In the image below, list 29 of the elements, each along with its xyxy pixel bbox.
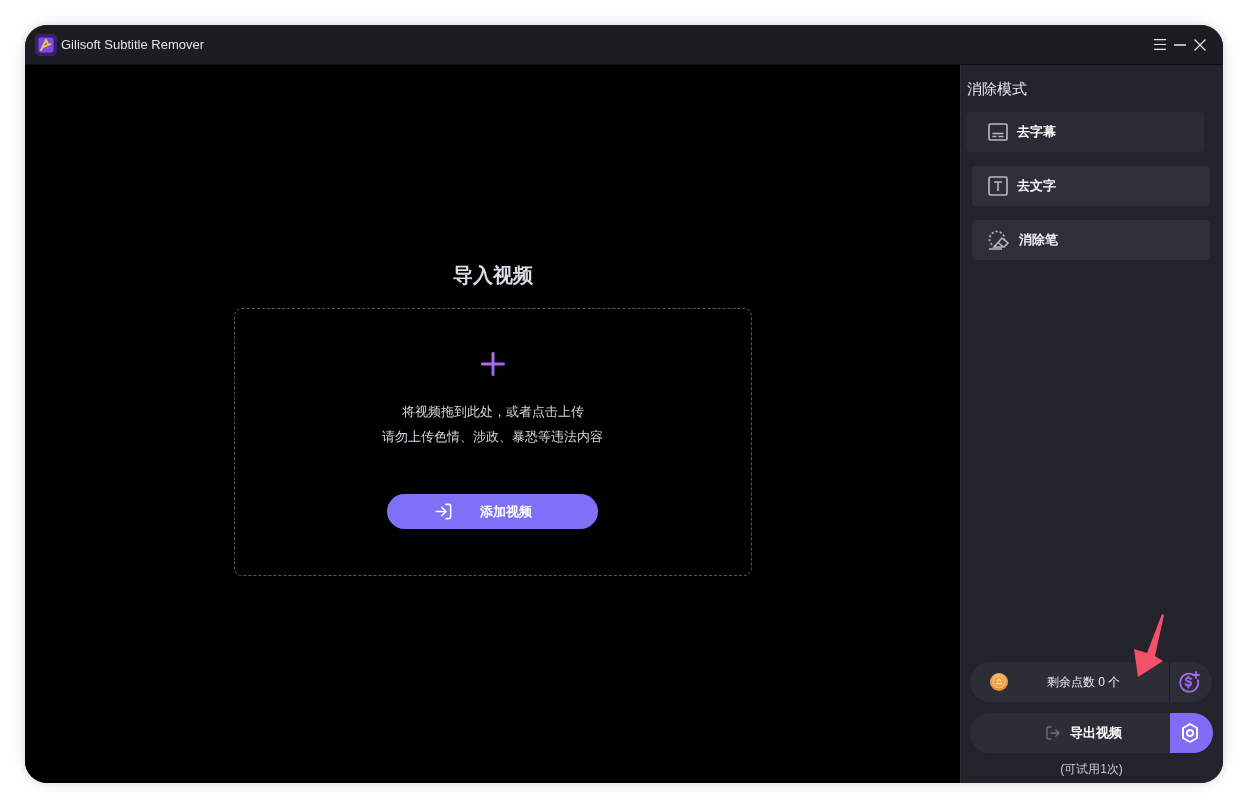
menu-button[interactable] [1153,37,1167,52]
hexagon-nut-icon [1181,723,1199,743]
export-video-button[interactable]: 导出视频 [970,713,1170,753]
minimize-icon [1174,43,1186,46]
hint-text: 将视频拖到此处，或者点击上传 [401,403,584,421]
eraser-icon [988,230,1010,250]
hint-text: 请勿上传色情、涉政、暴恐等违法内容 [382,428,603,446]
mode-button[interactable]: 去文字 [972,166,1210,206]
panel-heading: 消除模式 [967,79,1028,99]
menu-icon [1154,39,1166,50]
subtitle-icon [988,122,1008,142]
export-icon [1045,725,1061,741]
text-icon [988,176,1008,196]
export-settings-button[interactable] [1170,713,1213,753]
app-logo-icon [35,33,57,56]
coin-plus-icon [1178,671,1200,693]
points-count: 剩余点数 0 个 [1047,674,1121,691]
coin-icon [990,673,1008,691]
trial-note: (可试用1次) [1060,761,1123,777]
import-title: 导入视频 [452,263,533,288]
close-button[interactable] [1193,37,1207,52]
mode-button[interactable]: 去字幕 [966,112,1204,152]
plus-icon [480,352,505,376]
mode-button[interactable]: 消除笔 [972,220,1210,260]
window-title: Gilisoft Subtitle Remover [61,35,205,54]
close-icon [1194,38,1206,51]
drop-zone[interactable]: 将视频拖到此处，或者点击上传 请勿上传色情、涉政、暴恐等违法内容 添加视频 [233,308,752,576]
import-icon [434,502,453,521]
add-video-button[interactable]: 添加视频 [387,494,598,529]
